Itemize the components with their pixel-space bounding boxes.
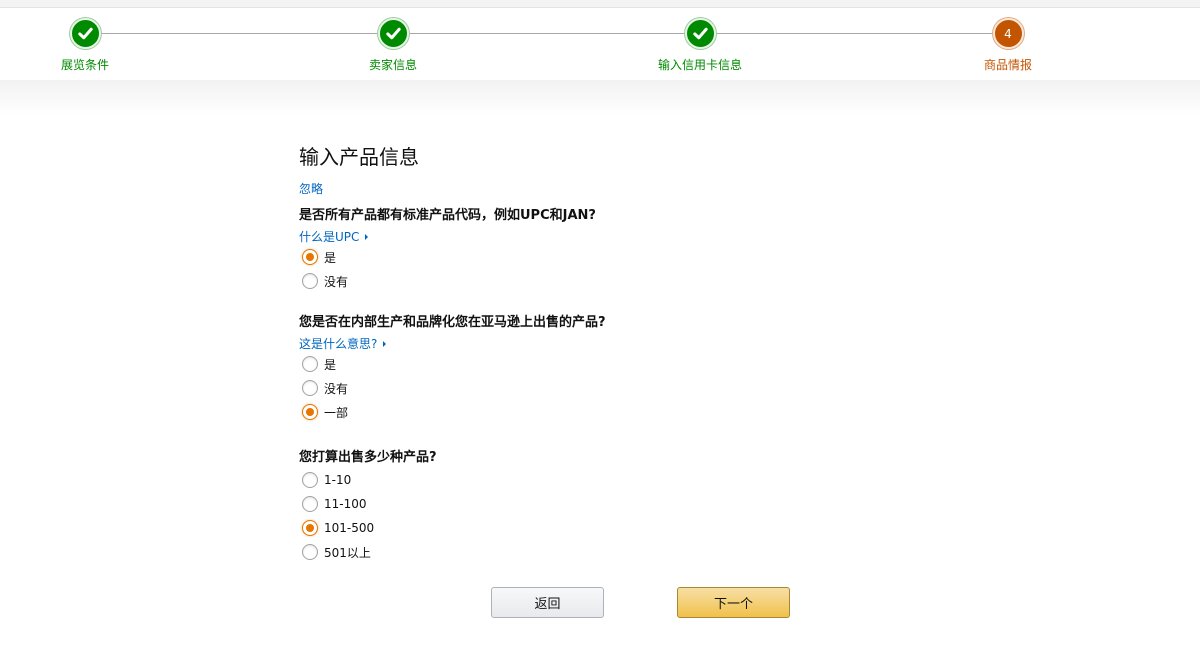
step-label: 卖家信息 xyxy=(323,56,463,73)
radio-button[interactable] xyxy=(302,520,318,536)
product-info-form: 输入产品信息 忽略 是否所有产品都有标准产品代码，例如UPC和JAN? 什么是U… xyxy=(299,140,899,564)
radio-button[interactable] xyxy=(302,249,318,265)
question-in-house-brand: 您是否在内部生产和品牌化您在亚马逊上出售的产品? 这是什么意思? 是 没有 一部 xyxy=(299,313,899,424)
radio-button[interactable] xyxy=(302,472,318,488)
checkmark-icon xyxy=(77,25,94,42)
radio-option[interactable]: 没有 xyxy=(299,376,899,400)
question-product-count: 您打算出售多少种产品? 1-10 11-100 101-500 501以上 xyxy=(299,448,899,564)
radio-label: 没有 xyxy=(324,273,348,290)
radio-button[interactable] xyxy=(302,273,318,289)
top-border xyxy=(0,0,1200,8)
radio-label: 一部 xyxy=(324,404,348,421)
radio-label: 11-100 xyxy=(324,497,367,511)
step-complete-badge xyxy=(70,18,101,49)
caret-right-icon xyxy=(365,234,368,240)
question-label: 您是否在内部生产和品牌化您在亚马逊上出售的产品? xyxy=(299,313,899,333)
next-button[interactable]: 下一个 xyxy=(677,587,790,618)
step-4: 4 商品情报 xyxy=(938,18,1078,73)
radio-button[interactable] xyxy=(302,404,318,420)
skip-link[interactable]: 忽略 xyxy=(299,180,899,198)
radio-option[interactable]: 是 xyxy=(299,245,899,269)
step-label: 展览条件 xyxy=(15,56,155,73)
radio-option[interactable]: 是 xyxy=(299,352,899,376)
radio-button[interactable] xyxy=(302,496,318,512)
radio-option[interactable]: 11-100 xyxy=(299,492,899,516)
question-label: 您打算出售多少种产品? xyxy=(299,448,899,468)
help-link-label: 这是什么意思? xyxy=(299,335,377,352)
question-label: 是否所有产品都有标准产品代码，例如UPC和JAN? xyxy=(299,206,899,226)
radio-button[interactable] xyxy=(302,380,318,396)
back-button[interactable]: 返回 xyxy=(491,587,604,618)
step-2: 卖家信息 xyxy=(323,18,463,73)
help-link-label: 什么是UPC xyxy=(299,228,359,245)
step-1: 展览条件 xyxy=(15,18,155,73)
radio-label: 没有 xyxy=(324,380,348,397)
step-complete-badge xyxy=(378,18,409,49)
radio-label: 1-10 xyxy=(324,473,351,487)
what-does-this-mean-link[interactable]: 这是什么意思? xyxy=(299,336,386,352)
radio-label: 是 xyxy=(324,356,336,373)
radio-label: 是 xyxy=(324,249,336,266)
checkmark-icon xyxy=(385,25,402,42)
radio-label: 501以上 xyxy=(324,544,371,561)
radio-option[interactable]: 一部 xyxy=(299,400,899,424)
progress-stepper: 展览条件 卖家信息 输入信用卡信息 4 商品情报 xyxy=(0,8,1200,80)
step-3: 输入信用卡信息 xyxy=(630,18,770,73)
question-product-codes: 是否所有产品都有标准产品代码，例如UPC和JAN? 什么是UPC 是 没有 xyxy=(299,206,899,293)
checkmark-icon xyxy=(692,25,709,42)
radio-option[interactable]: 1-10 xyxy=(299,468,899,492)
radio-label: 101-500 xyxy=(324,521,374,535)
step-label: 输入信用卡信息 xyxy=(630,56,770,73)
radio-selected-dot xyxy=(306,524,314,532)
step-complete-badge xyxy=(685,18,716,49)
radio-button[interactable] xyxy=(302,356,318,372)
step-label: 商品情报 xyxy=(938,56,1078,73)
page-title: 输入产品信息 xyxy=(299,140,899,174)
step-number-badge: 4 xyxy=(993,18,1024,49)
caret-right-icon xyxy=(383,341,386,347)
radio-option[interactable]: 没有 xyxy=(299,269,899,293)
radio-option[interactable]: 501以上 xyxy=(299,540,899,564)
radio-option[interactable]: 101-500 xyxy=(299,516,899,540)
header-shadow xyxy=(0,80,1200,116)
what-is-upc-link[interactable]: 什么是UPC xyxy=(299,229,368,245)
radio-button[interactable] xyxy=(302,544,318,560)
radio-selected-dot xyxy=(306,408,314,416)
radio-selected-dot xyxy=(306,253,314,261)
